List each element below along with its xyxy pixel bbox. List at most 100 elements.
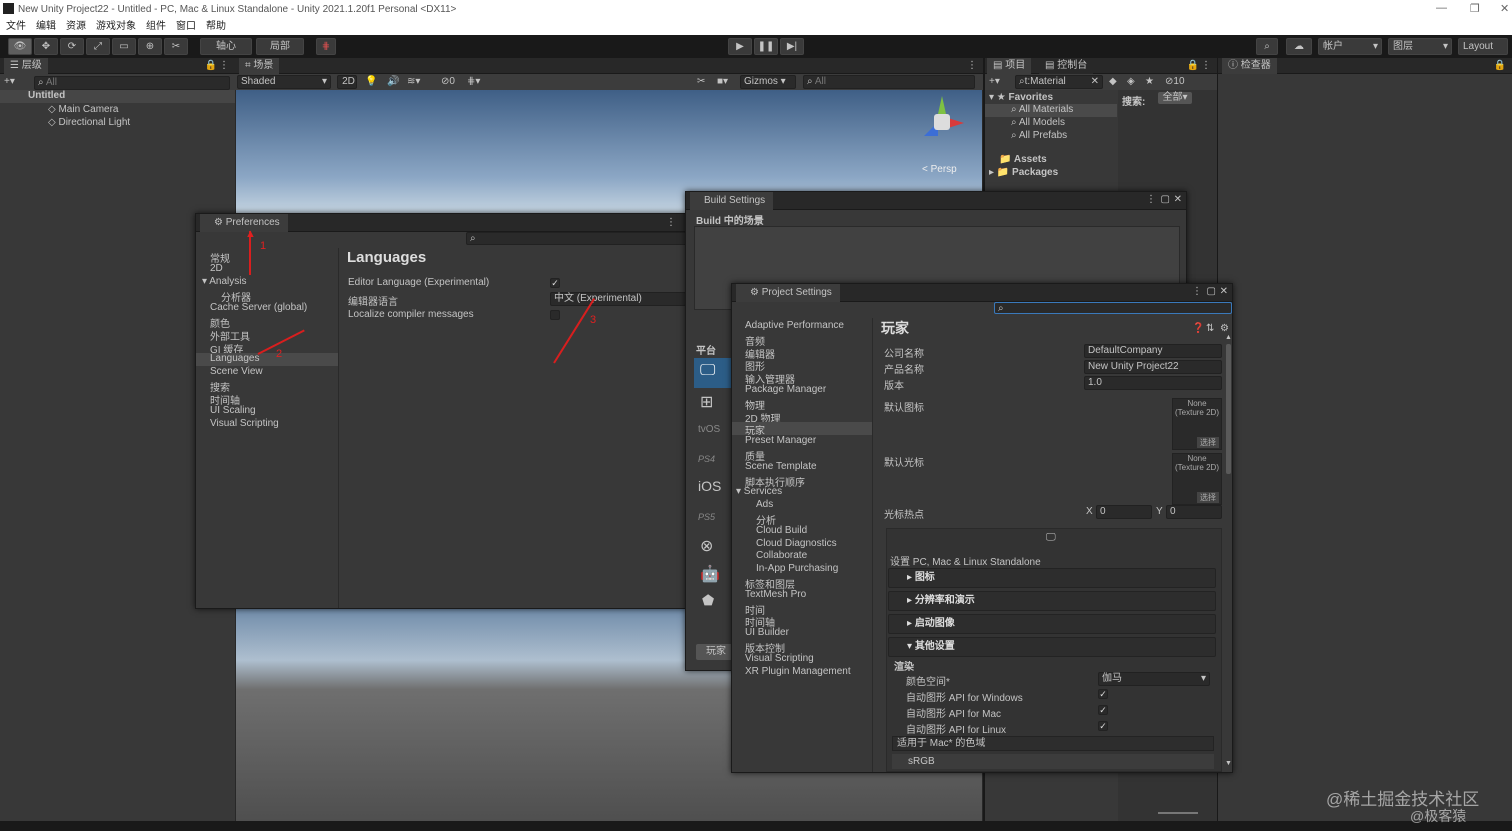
layout-dropdown[interactable]: Layout: [1458, 38, 1508, 55]
fav-item-all-models[interactable]: ⌕ All Models: [1011, 117, 1065, 128]
hierarchy-item-main-camera[interactable]: ◇ Main Camera: [48, 104, 119, 115]
ps-nav-item[interactable]: Collaborate: [756, 550, 807, 561]
select-button[interactable]: 选择: [1197, 492, 1219, 503]
ps-nav-item[interactable]: ▾ Services: [736, 486, 782, 497]
menu-gameobject[interactable]: 游戏对象: [96, 19, 136, 35]
close-icon[interactable]: ✕: [1174, 194, 1182, 205]
effects-icon[interactable]: ≋▾: [407, 76, 420, 87]
standalone-platform-icon[interactable]: 🖵: [1046, 532, 1056, 543]
more-icon[interactable]: ⋮: [967, 60, 977, 71]
grid-snap-icon[interactable]: ⋕: [316, 38, 336, 55]
minimize-icon[interactable]: —: [1436, 2, 1447, 14]
scrollbar-thumb[interactable]: [1226, 344, 1231, 474]
ps-nav-item[interactable]: 玩家: [732, 422, 872, 437]
play-button[interactable]: ▶: [728, 38, 752, 55]
ps-nav-item[interactable]: Visual Scripting: [745, 653, 814, 664]
ps-nav-item[interactable]: Preset Manager: [745, 435, 816, 446]
ps-nav-item[interactable]: Package Manager: [745, 384, 826, 395]
favorites-row[interactable]: ▾ ★ Favorites: [989, 92, 1053, 103]
ps-nav-item[interactable]: Cloud Diagnostics: [756, 538, 837, 549]
more-icon[interactable]: ⋮: [1146, 194, 1156, 205]
tab-hierarchy[interactable]: ☰ 层级: [4, 58, 48, 74]
packages-folder[interactable]: ▸ 📁 Packages: [989, 167, 1058, 178]
ps-nav-item[interactable]: UI Builder: [745, 627, 789, 638]
hierarchy-item-directional-light[interactable]: ◇ Directional Light: [48, 117, 130, 128]
layers-dropdown[interactable]: 图层 ▾: [1388, 38, 1452, 55]
pref-nav-languages[interactable]: Languages: [196, 353, 338, 366]
color-space-dropdown[interactable]: 伽马 ▾: [1098, 672, 1210, 686]
maximize-icon[interactable]: ▢: [1207, 286, 1216, 297]
more-icon[interactable]: ⋮: [1192, 286, 1202, 297]
view-tool-icon[interactable]: 👁: [8, 38, 32, 55]
ps-nav-item[interactable]: TextMesh Pro: [745, 589, 806, 600]
assets-folder[interactable]: 📁 Assets: [999, 154, 1047, 165]
search-icon[interactable]: ⌕: [1256, 38, 1278, 55]
favorite-icon[interactable]: ★: [1145, 76, 1154, 87]
editor-language-checkbox[interactable]: ✓: [550, 278, 560, 288]
gizmos-dropdown[interactable]: Gizmos ▾: [740, 75, 796, 89]
scale-tool-icon[interactable]: ⤢: [86, 38, 110, 55]
transform-tool-icon[interactable]: ⊕: [138, 38, 162, 55]
section-resolution[interactable]: ▸ 分辨率和演示: [888, 591, 1216, 611]
platform-ps4-icon[interactable]: PS4: [698, 454, 715, 464]
ps-nav-item[interactable]: In-App Purchasing: [756, 563, 838, 574]
fav-item-all-prefabs[interactable]: ⌕ All Prefabs: [1011, 130, 1067, 141]
help-icon[interactable]: ❓: [1192, 323, 1204, 334]
tab-console[interactable]: ▤ 控制台: [1039, 58, 1094, 74]
more-icon[interactable]: ⋮: [666, 217, 676, 228]
maximize-icon[interactable]: ❐: [1470, 2, 1480, 15]
auto-api-linux-checkbox[interactable]: ✓: [1098, 721, 1108, 731]
preferences-search-input[interactable]: ⌕: [466, 232, 688, 245]
project-settings-search-input[interactable]: ⌕: [994, 302, 1232, 314]
tools-icon[interactable]: ✂: [697, 76, 705, 87]
add-icon[interactable]: +▾: [4, 76, 15, 87]
zoom-slider[interactable]: [1158, 812, 1198, 814]
pref-nav-cache-server[interactable]: Cache Server (global): [210, 302, 307, 313]
step-button[interactable]: ▶|: [780, 38, 804, 55]
scene-search-input[interactable]: ⌕ All: [803, 75, 975, 89]
settings-gear-icon[interactable]: ⚙: [1220, 323, 1229, 334]
platform-xbox-icon[interactable]: ⊗: [700, 536, 713, 556]
local-button[interactable]: 局部: [256, 38, 304, 55]
hidden-objects-icon[interactable]: ⊘0: [441, 76, 455, 87]
pivot-button[interactable]: 轴心: [200, 38, 252, 55]
ps-nav-item[interactable]: XR Plugin Management: [745, 666, 851, 677]
audio-icon[interactable]: 🔊: [387, 76, 399, 87]
auto-api-mac-checkbox[interactable]: ✓: [1098, 705, 1108, 715]
menu-window[interactable]: 窗口: [176, 19, 196, 35]
tab-scene[interactable]: ⌗ 场景: [239, 58, 280, 74]
pref-nav-ui-scaling[interactable]: UI Scaling: [210, 405, 256, 416]
section-icon[interactable]: ▸ 图标: [888, 568, 1216, 588]
ps-nav-item[interactable]: Scene Template: [745, 461, 817, 472]
menu-component[interactable]: 组件: [146, 19, 166, 35]
menu-help[interactable]: 帮助: [206, 19, 226, 35]
gamut-item[interactable]: sRGB: [892, 754, 1214, 769]
hotspot-x-input[interactable]: 0: [1096, 505, 1152, 519]
localize-compiler-checkbox[interactable]: [550, 310, 560, 320]
hierarchy-search-input[interactable]: ⌕ All: [34, 76, 230, 90]
ps-nav-item[interactable]: Cloud Build: [756, 525, 807, 536]
shading-mode-dropdown[interactable]: Shaded ▾: [237, 75, 331, 89]
project-search-input[interactable]: ⌕t:Material ✕: [1015, 75, 1103, 89]
select-button[interactable]: 选择: [1197, 437, 1219, 448]
search-by-label-icon[interactable]: ◈: [1127, 76, 1135, 87]
add-icon[interactable]: +▾: [989, 76, 1000, 87]
platform-pc-icon[interactable]: 🖵: [694, 358, 734, 388]
platform-ps5-icon[interactable]: PS5: [698, 512, 715, 522]
editor-language-dropdown[interactable]: 中文 (Experimental): [550, 292, 686, 306]
scene-row[interactable]: Untitled: [0, 90, 235, 103]
hidden-count-icon[interactable]: ⊘10: [1165, 76, 1185, 87]
menu-edit[interactable]: 编辑: [36, 19, 56, 35]
cloud-icon[interactable]: ☁: [1286, 38, 1312, 55]
lock-icon[interactable]: 🔒: [1494, 60, 1506, 71]
grid-icon[interactable]: ⋕▾: [467, 76, 480, 87]
product-name-input[interactable]: New Unity Project22: [1084, 360, 1222, 374]
section-other-settings[interactable]: ▾ 其他设置: [888, 637, 1216, 657]
player-settings-button[interactable]: 玩家: [696, 644, 736, 660]
rotate-tool-icon[interactable]: ⟳: [60, 38, 84, 55]
2d-toggle[interactable]: 2D: [337, 75, 357, 89]
platform-android-icon[interactable]: 🤖: [700, 564, 720, 584]
rect-tool-icon[interactable]: ▭: [112, 38, 136, 55]
pref-nav-2d[interactable]: 2D: [210, 263, 223, 274]
account-dropdown[interactable]: 帐户 ▾: [1318, 38, 1382, 55]
